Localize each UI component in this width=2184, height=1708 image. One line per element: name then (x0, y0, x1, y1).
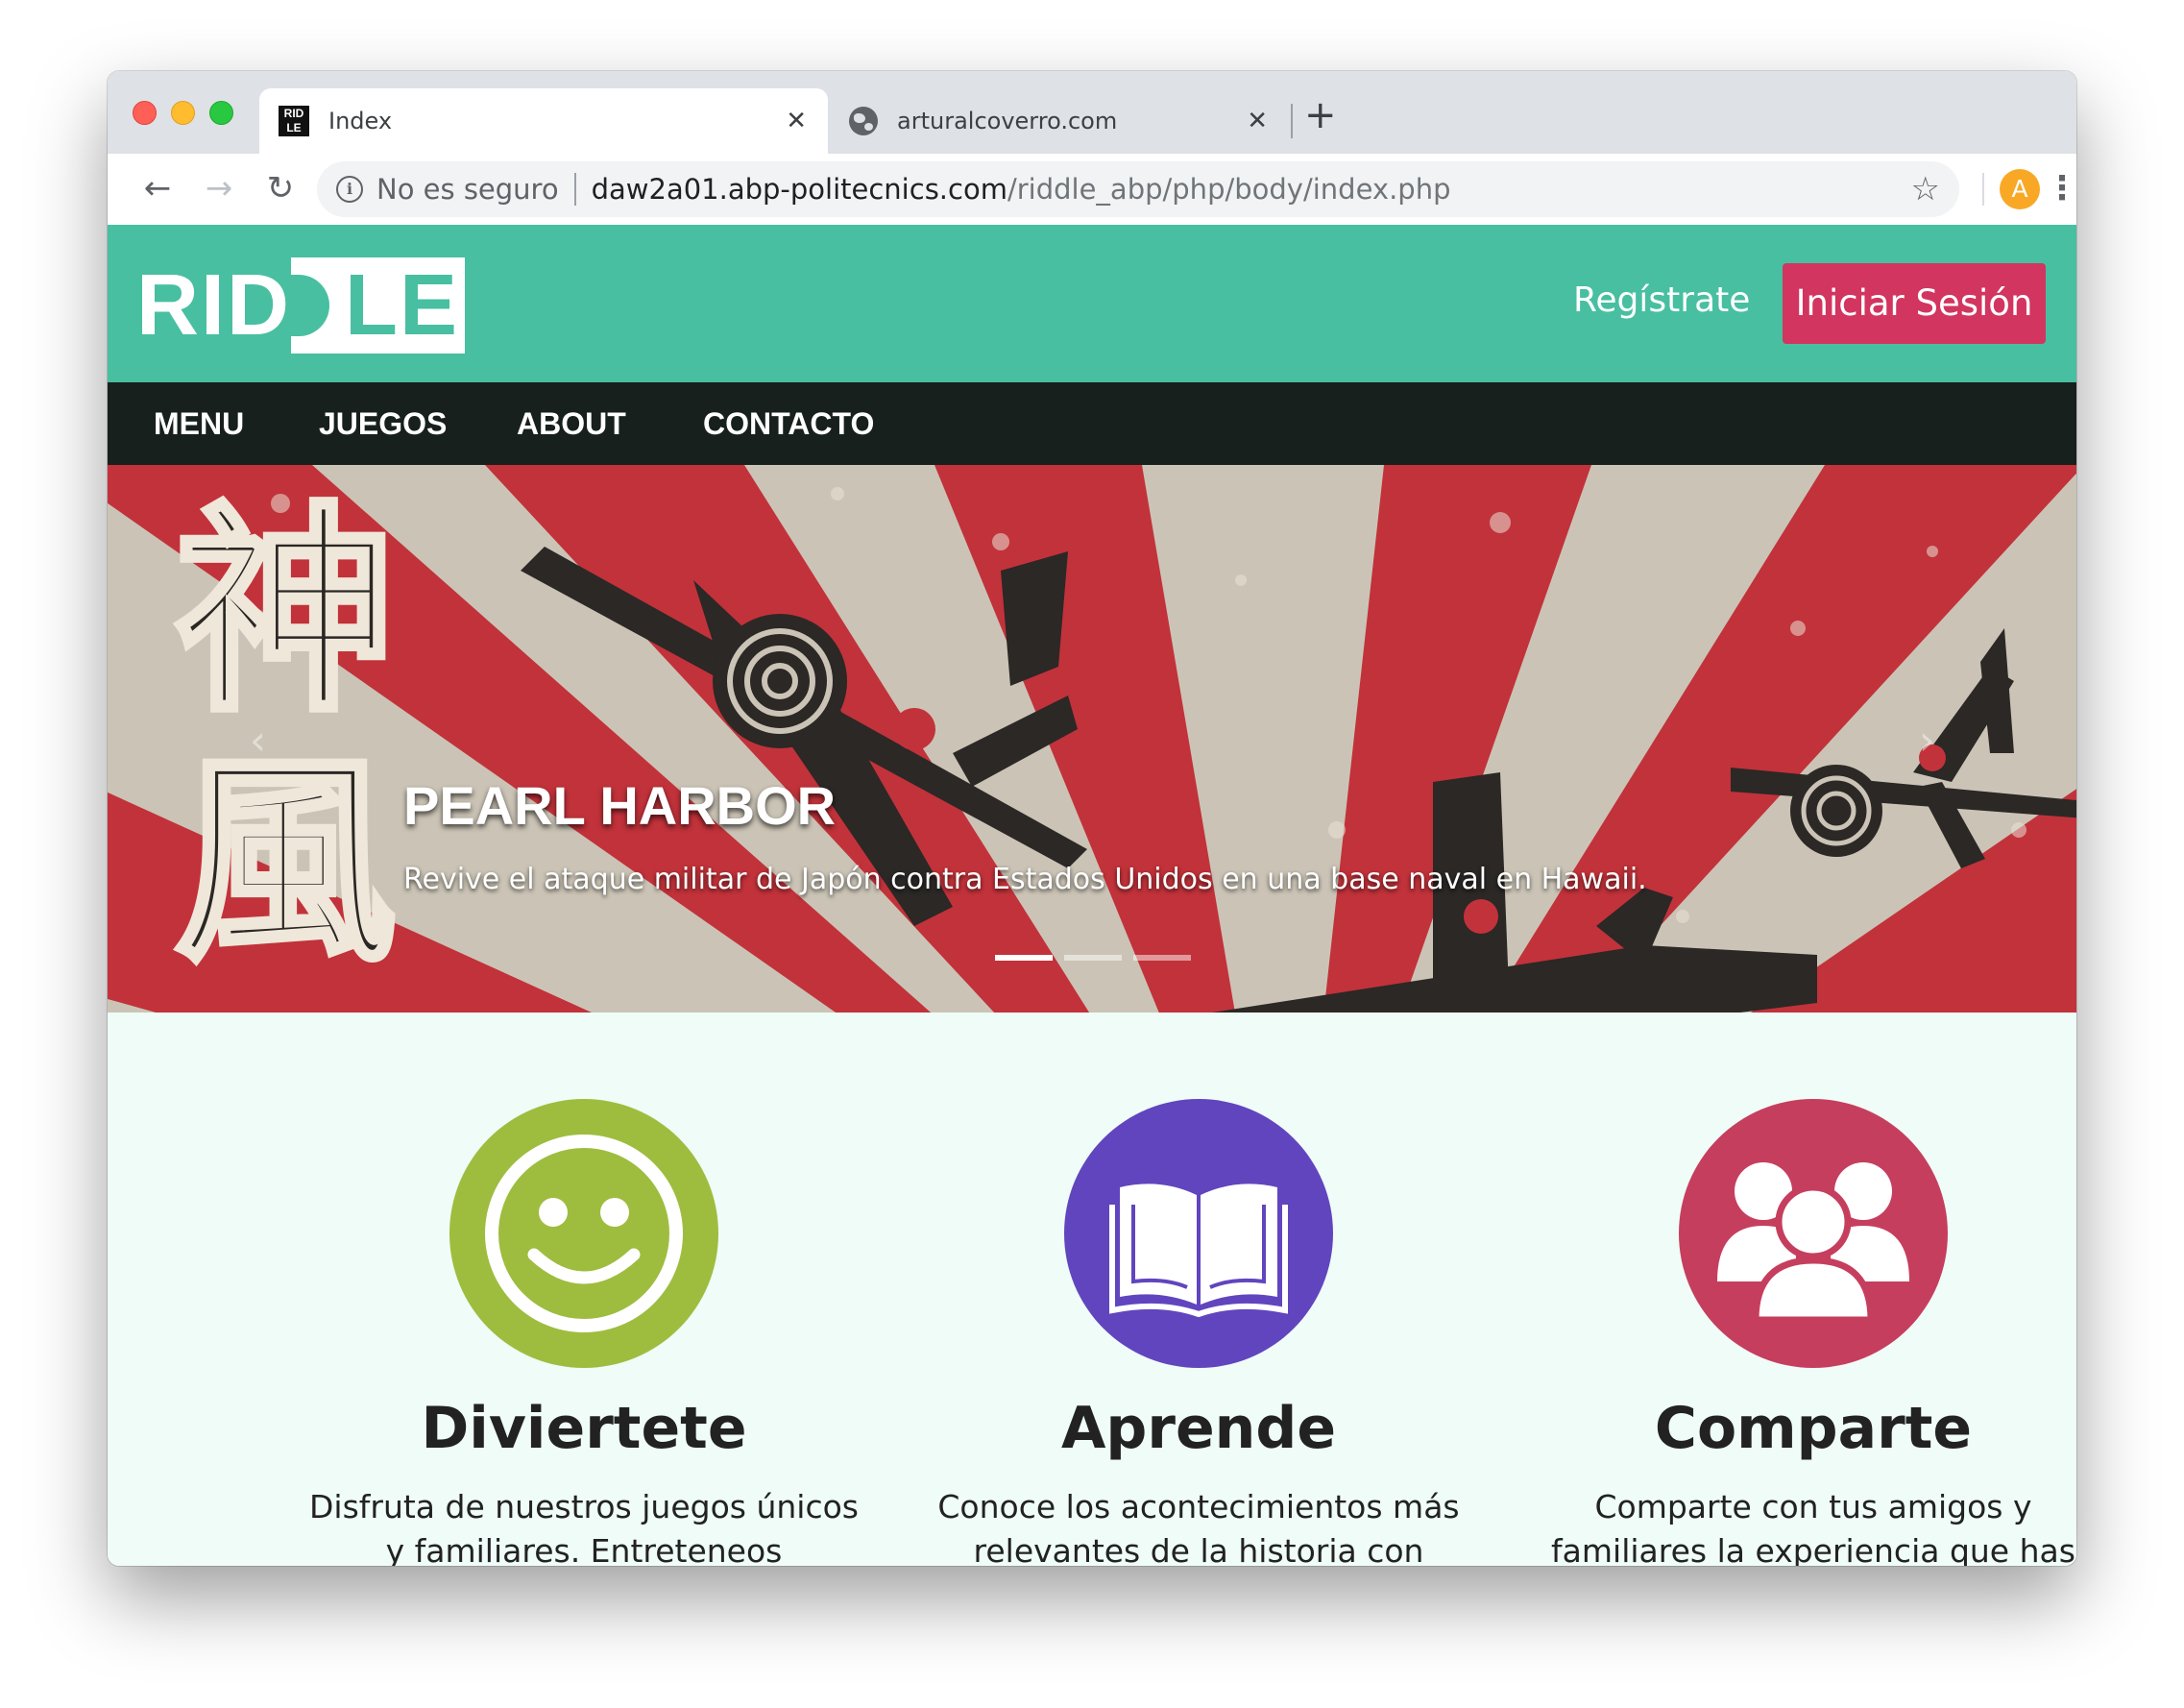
carousel-next-icon[interactable]: › (1919, 717, 1935, 764)
tab-arturalcoverro[interactable]: arturalcoverro.com ✕ (830, 88, 1289, 154)
smiley-icon (449, 1099, 718, 1368)
browser-toolbar: ← → ↻ i No es seguro daw2a01.abp-politec… (108, 154, 2076, 225)
kanji-kami: 神 (172, 485, 399, 742)
page-viewport: RID LE Regístrate Iniciar Sesión MENU JU… (108, 225, 2076, 1566)
feature-title: Comparte (1654, 1395, 1973, 1462)
carousel-indicator-1[interactable] (995, 955, 1053, 961)
tab-index[interactable]: RID LE Index ✕ (259, 88, 828, 154)
nav-item-contacto[interactable]: CONTACTO (703, 382, 874, 465)
feature-text: Conoce los acontecimientos más relevante… (937, 1488, 1460, 1566)
security-label[interactable]: No es seguro (376, 173, 559, 206)
logo-box: LE (289, 256, 466, 354)
nav-item-juegos[interactable]: JUEGOS (319, 382, 447, 465)
logo-text-right: LE (345, 256, 460, 354)
feature-aprende: Aprende Conoce los acontecimientos más r… (910, 1099, 1487, 1566)
forward-arrow-icon[interactable]: → (198, 167, 240, 209)
kanji-kaze: 風 (172, 735, 399, 991)
riddle-favicon-icon: RID LE (279, 106, 309, 136)
tab-separator (1291, 104, 1293, 138)
nav-item-about[interactable]: ABOUT (517, 382, 626, 465)
globe-icon (849, 107, 878, 135)
address-bar[interactable]: i No es seguro daw2a01.abp-politecnics.c… (317, 161, 1959, 217)
main-nav: MENU JUEGOS ABOUT CONTACTO (108, 382, 2076, 465)
bookmark-star-icon[interactable]: ☆ (1911, 170, 1940, 208)
login-button[interactable]: Iniciar Sesión (1783, 263, 2046, 344)
window-minimize-button[interactable] (171, 101, 195, 125)
browser-menu-icon[interactable]: ⋮ (2046, 167, 2076, 209)
riddle-logo[interactable]: RID LE (136, 256, 466, 354)
carousel-prev-icon[interactable]: ‹ (250, 717, 266, 764)
hero-carousel[interactable]: 神 風 ‹ › PEARL HARBOR Revive el ataque mi… (108, 465, 2076, 1013)
browser-window: RID LE Index ✕ arturalcoverro.com ✕ + ← … (108, 71, 2076, 1566)
feature-title: Diviertete (421, 1395, 747, 1462)
back-arrow-icon[interactable]: ← (136, 167, 179, 209)
feature-title: Aprende (1060, 1395, 1337, 1462)
nav-item-menu[interactable]: MENU (154, 382, 244, 465)
logo-d-mark (289, 257, 345, 354)
feature-text: Comparte con tus amigos y familiares la … (1551, 1488, 2075, 1566)
group-icon (1679, 1099, 1948, 1368)
url-separator (573, 173, 576, 206)
new-tab-button[interactable]: + (1304, 96, 1337, 134)
hero-background-image (108, 465, 2076, 1013)
profile-avatar[interactable]: A (2000, 169, 2040, 209)
toolbar-separator (1982, 173, 1984, 206)
slide-caption: Revive el ataque militar de Japón contra… (403, 863, 1647, 896)
register-link[interactable]: Regístrate (1573, 281, 1750, 320)
open-book-icon (1064, 1099, 1333, 1368)
reload-icon[interactable]: ↻ (259, 167, 302, 209)
window-close-button[interactable] (133, 101, 157, 125)
url-host[interactable]: daw2a01.abp-politecnics.com (592, 173, 1007, 206)
window-zoom-button[interactable] (209, 101, 233, 125)
carousel-indicator-2[interactable] (1064, 955, 1122, 961)
tab-close-icon[interactable]: ✕ (1247, 108, 1268, 134)
tab-close-icon[interactable]: ✕ (786, 108, 807, 134)
tab-strip: RID LE Index ✕ arturalcoverro.com ✕ + (108, 71, 2076, 154)
tab-title: Index (328, 108, 393, 134)
url-path[interactable]: /riddle_abp/php/body/index.php (1007, 173, 1451, 206)
feature-text: Disfruta de nuestros juegos únicos y fam… (309, 1488, 859, 1566)
logo-text-left: RID (136, 256, 291, 354)
slide-title: PEARL HARBOR (403, 775, 837, 836)
info-icon[interactable]: i (336, 176, 363, 203)
feature-comparte: Comparte Comparte con tus amigos y famil… (1525, 1099, 2076, 1566)
tab-title: arturalcoverro.com (897, 108, 1118, 134)
carousel-indicator-3[interactable] (1133, 955, 1191, 961)
feature-diviertete: Diviertete Disfruta de nuestros juegos ú… (296, 1099, 872, 1566)
site-header: RID LE Regístrate Iniciar Sesión (108, 225, 2076, 382)
